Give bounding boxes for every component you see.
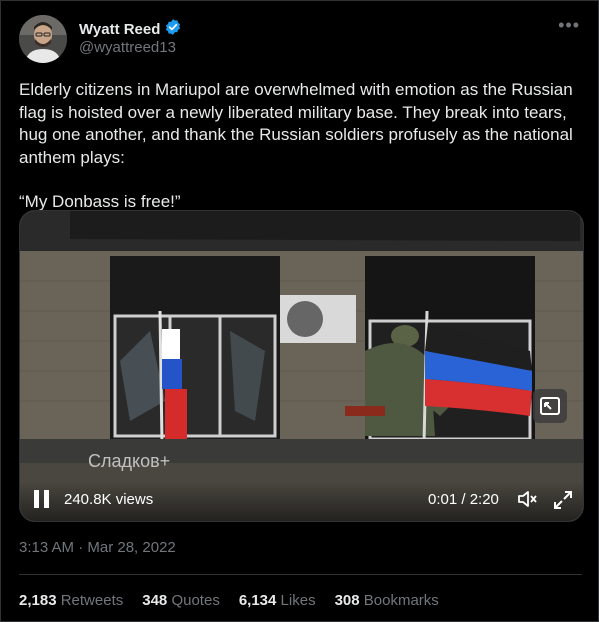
avatar[interactable] [19,15,67,63]
bookmarks-count: 308 [334,592,360,609]
fullscreen-icon[interactable] [553,490,573,510]
divider [19,574,582,575]
tweet-card: Wyatt Reed @wyattreed13 ••• Elderly citi… [0,0,599,622]
bookmarks-label: Bookmarks [363,592,439,609]
engagement-stats: 2,183 Retweets 348 Quotes 6,134 Likes 30… [19,592,439,609]
picture-in-picture-icon[interactable] [533,389,567,423]
likes-label: Likes [280,592,316,609]
quotes-count: 348 [142,592,168,609]
retweets-stat[interactable]: 2,183 Retweets [19,592,123,609]
verified-badge-icon [164,18,182,41]
quotes-label: Quotes [171,592,220,609]
more-options-icon[interactable]: ••• [558,15,580,36]
pause-icon[interactable] [34,490,50,508]
author-handle[interactable]: @wyattreed13 [79,39,176,56]
muted-speaker-icon[interactable] [517,490,539,508]
bookmarks-stat[interactable]: 308 Bookmarks [335,592,439,609]
video-watermark: Сладков+ [88,451,171,471]
likes-count: 6,134 [238,592,277,609]
tweet-timestamp[interactable]: 3:13 AM · Mar 28, 2022 [19,539,176,556]
video-time: 0:01 / 2:20 [428,491,499,508]
tweet-paragraph-1: Elderly citizens in Mariupol are overwhe… [19,80,573,167]
retweets-count: 2,183 [19,592,57,609]
likes-stat[interactable]: 6,134 Likes [239,592,316,609]
video-views: 240.8K views [64,491,154,508]
quotes-stat[interactable]: 348 Quotes [142,592,220,609]
tweet-text: Elderly citizens in Mariupol are overwhe… [19,79,579,214]
retweets-label: Retweets [60,592,124,609]
video-frame [20,211,583,521]
video-player[interactable]: Сладков+ 240.8K views 0:01 / 2:20 [19,210,584,522]
author-name[interactable]: Wyatt Reed [79,21,160,38]
